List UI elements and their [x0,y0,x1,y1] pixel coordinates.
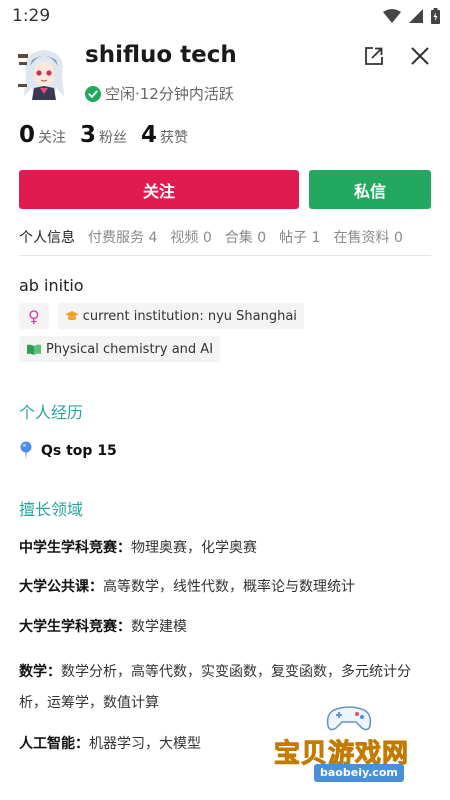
skill-category: 大学生学科竞赛： [19,619,131,635]
experience-item: Qs top 15 [19,441,117,461]
tab-collections[interactable]: 合集 0 [225,227,266,247]
tab-label: 合集 [224,230,253,246]
message-button[interactable]: 私信 [309,170,431,209]
stat-followers[interactable]: 3 粉丝 [80,122,127,148]
graduation-cap-icon [65,311,79,321]
stat-label: 获赞 [160,130,189,146]
follow-button[interactable]: 关注 [19,170,299,209]
avatar[interactable] [16,44,72,104]
institution-text: current institution: nyu Shanghai [82,308,297,324]
header-actions [362,44,432,68]
tab-personal-info[interactable]: 个人信息 [19,227,75,247]
tab-label: 帖子 [279,230,308,246]
stat-label: 粉丝 [99,130,128,146]
field-text: Physical chemistry and AI [46,341,214,357]
tab-paid-services[interactable]: 付费服务 4 [88,227,157,247]
skill-category: 中学生学科竞赛： [19,540,131,556]
open-book-icon [27,344,41,355]
watermark-url: baobeiy.com [314,764,404,782]
stat-value: 0 [19,122,36,148]
tab-count: 1 [311,230,321,246]
experience-text: Qs top 15 [41,443,117,459]
tab-count: 0 [393,230,403,246]
tab-videos[interactable]: 视频 0 [170,227,211,247]
tabs-divider [19,255,431,256]
profile-tabs: 个人信息 付费服务 4 视频 0 合集 0 帖子 1 在售资料 0 [19,227,403,247]
stat-value: 3 [80,122,97,148]
skill-category: 数学： [19,664,61,680]
gamepad-icon [326,706,372,731]
skill-values: 机器学习，大模型 [89,736,201,752]
skill-item: 中学生学科竞赛：物理奥赛，化学奥赛 [19,533,431,564]
skill-category: 人工智能： [19,736,89,752]
female-icon: ♀ [28,306,40,326]
share-button[interactable] [362,44,386,68]
tab-materials[interactable]: 在售资料 0 [334,227,403,247]
presence-text: 空闲·12分钟内活跃 [105,85,234,103]
status-icons [383,8,440,24]
tab-label: 付费服务 [88,230,144,246]
skill-item: 大学生学科竞赛：数学建模 [19,612,431,643]
institution-chip: current institution: nyu Shanghai [57,303,304,329]
signal-icon [409,9,423,23]
skill-values: 高等数学，线性代数，概率论与数理统计 [103,579,355,595]
tab-label: 视频 [170,230,199,246]
tag-chips-row-2: Physical chemistry and AI [19,336,221,362]
presence-status: 空闲·12分钟内活跃 [85,83,234,104]
stat-value: 4 [141,122,158,148]
field-chip: Physical chemistry and AI [19,336,221,362]
tab-label: 个人信息 [19,230,75,246]
bio-text: ab initio [19,276,84,295]
close-button[interactable] [408,44,432,68]
tag-chips-row-1: ♀ current institution: nyu Shanghai [19,303,304,329]
site-watermark: 宝贝游戏网 baobeiy.com [268,700,436,790]
experience-title: 个人经历 [19,403,84,422]
user-name: shifluo tech [85,42,237,68]
pushpin-icon [20,441,32,460]
share-icon [365,47,383,65]
status-bar: 1:29 [0,0,450,32]
check-circle-icon [85,85,101,102]
stat-likes[interactable]: 4 获赞 [141,122,188,148]
tab-count: 4 [148,230,158,246]
wifi-icon [383,9,401,23]
tab-count: 0 [257,230,267,246]
profile-stats: 0 关注 3 粉丝 4 获赞 [19,122,188,148]
stat-label: 关注 [38,130,67,146]
battery-icon [431,8,440,24]
tab-label: 在售资料 [333,230,390,246]
skill-values: 数学建模 [131,619,187,635]
status-time: 1:29 [12,6,51,26]
expertise-title: 擅长领域 [19,500,84,519]
skill-values: 物理奥赛，化学奥赛 [131,540,257,556]
profile-header: shifluo tech 空闲·12分钟内活跃 [16,40,436,110]
skill-item: 大学公共课：高等数学，线性代数，概率论与数理统计 [19,572,431,603]
tab-posts[interactable]: 帖子 1 [279,227,320,247]
close-icon [411,47,429,65]
skill-category: 大学公共课： [19,579,103,595]
gender-chip: ♀ [19,303,49,329]
tab-count: 0 [202,230,212,246]
stat-following[interactable]: 0 关注 [19,122,66,148]
